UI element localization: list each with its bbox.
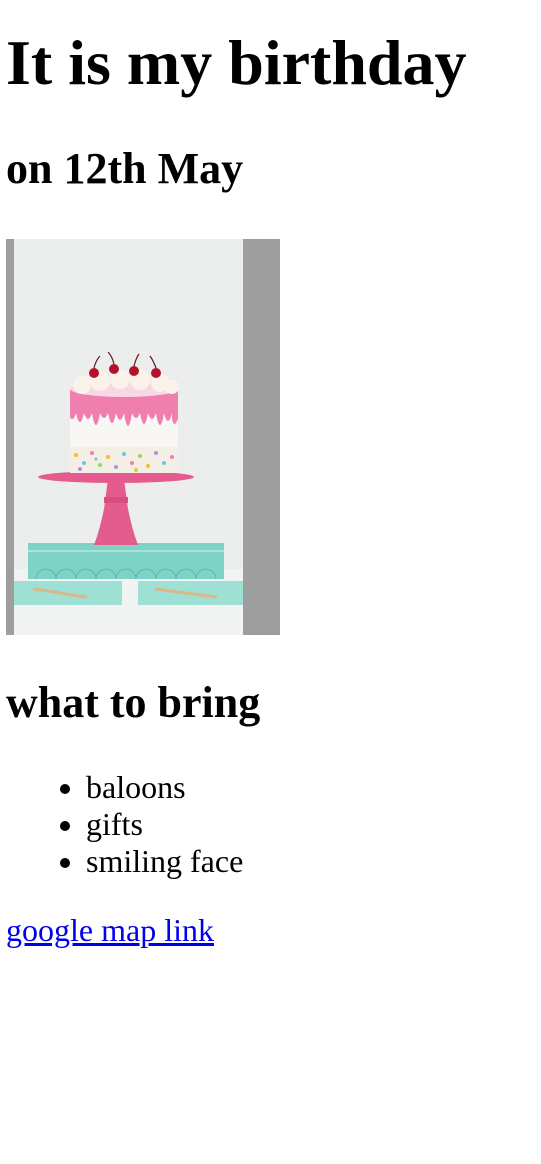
list-item: smiling face: [86, 843, 535, 880]
page-content: It is my birthday on 12th May what to br…: [0, 31, 541, 949]
birthday-cake-image: [6, 239, 280, 635]
list-item: baloons: [86, 769, 535, 806]
google-map-link[interactable]: google map link: [6, 912, 214, 948]
map-link-paragraph: google map link: [6, 912, 535, 949]
page-subtitle: on 12th May: [6, 144, 244, 193]
what-to-bring-heading: what to bring: [6, 678, 261, 727]
bring-list: baloons gifts smiling face: [6, 769, 535, 880]
page-title: It is my birthday: [6, 27, 467, 98]
list-item: gifts: [86, 806, 535, 843]
